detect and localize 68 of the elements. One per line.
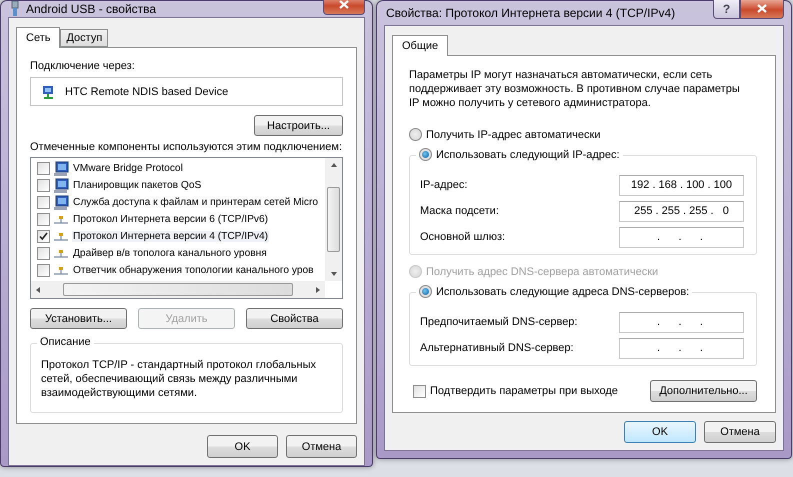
- checkbox[interactable]: [37, 196, 50, 209]
- description-text: Протокол TCP/IP - стандартный протокол глобальных сетей, обеспечивающий связь между различными взаимодействующими сетями.: [41, 358, 317, 400]
- scroll-right-arrow-icon[interactable]: [314, 286, 322, 294]
- action-button[interactable]: Установить...: [30, 308, 127, 329]
- list-item[interactable]: Драйвер в/в тополога канального уровня: [72, 248, 268, 259]
- field-label: IP-адрес:: [420, 179, 468, 191]
- action-button[interactable]: Свойства: [246, 308, 343, 329]
- radio-button[interactable]: [409, 128, 422, 141]
- device-field: HTC Remote NDIS based Device: [30, 77, 343, 106]
- list-item[interactable]: Планировщик пакетов QoS: [72, 180, 202, 191]
- usb-plug-icon: [10, 1, 20, 17]
- ip-address-field[interactable]: . . .: [619, 312, 744, 332]
- list-item[interactable]: VMware Bridge Protocol: [72, 163, 184, 174]
- list-item[interactable]: Ответчик обнаружения топологии канального уров: [72, 265, 315, 276]
- horizontal-scrollbar[interactable]: [31, 281, 325, 298]
- dialog-button[interactable]: OK: [207, 435, 278, 458]
- field-label: Маска подсети:: [420, 205, 499, 217]
- ip-address-field[interactable]: . . .: [619, 338, 744, 358]
- radio-label: Использовать следующий IP-адрес:: [436, 148, 620, 160]
- section-label: Отмеченные компоненты используются этим подключением:: [30, 141, 343, 153]
- computer-icon: [53, 160, 69, 176]
- scroll-left-arrow-icon[interactable]: [34, 286, 42, 294]
- checkbox[interactable]: [37, 162, 50, 175]
- advanced-button[interactable]: Дополнительно...: [650, 380, 757, 402]
- group-title: Описание: [40, 336, 91, 348]
- ip-address-field[interactable]: . . .: [619, 226, 744, 248]
- field-label: Предпочитаемый DNS-сервер:: [420, 316, 578, 328]
- field-label: Альтернативный DNS-сервер:: [420, 342, 574, 354]
- intro-text: Параметры IP могут назначаться автоматически, если сеть поддерживает эту возможность. В противном случае параметры IP можно получить у сетевого администратора.: [409, 68, 741, 110]
- list-item[interactable]: Протокол Интернета версии 4 (TCP/IPv4): [72, 231, 270, 242]
- checkbox[interactable]: [37, 247, 50, 260]
- radio-label: Получить адрес DNS-сервера автоматически: [426, 266, 658, 278]
- dialog-button[interactable]: Отмена: [286, 435, 357, 458]
- ip-address-field[interactable]: 192 . 168 . 100 . 100: [619, 174, 744, 196]
- checkbox-label: Подтвердить параметры при выходе: [430, 385, 618, 397]
- close-button[interactable]: [323, 0, 365, 14]
- radio-button[interactable]: [419, 285, 432, 298]
- help-button[interactable]: ?: [713, 0, 740, 18]
- scroll-up-arrow-icon[interactable]: [330, 161, 338, 169]
- configure-button[interactable]: Настроить...: [254, 115, 343, 136]
- radio-label: Использовать следующие адреса DNS-серверов:: [436, 286, 690, 298]
- tab[interactable]: Сеть: [16, 27, 60, 48]
- checkbox[interactable]: [37, 213, 50, 226]
- checkbox[interactable]: [37, 264, 50, 277]
- tab[interactable]: Общие: [392, 35, 448, 56]
- ip-address-field[interactable]: 255 . 255 . 255 . 0: [619, 200, 744, 222]
- list-item[interactable]: Протокол Интернета версии 6 (TCP/IPv6): [72, 214, 270, 225]
- dialog-button[interactable]: OK: [624, 421, 696, 443]
- checkbox[interactable]: [37, 179, 50, 192]
- field-label: Основной шлюз:: [420, 231, 506, 243]
- close-icon: [757, 4, 767, 13]
- checkbox[interactable]: [37, 230, 50, 243]
- radio-button[interactable]: [419, 148, 432, 161]
- scroll-down-arrow-icon[interactable]: [330, 270, 338, 278]
- computer-icon: [53, 178, 69, 194]
- checkbox[interactable]: [413, 384, 426, 398]
- window-title: Свойства: Протокол Интернета версии 4 (TCP/IPv4): [386, 6, 676, 20]
- computer-icon: [53, 194, 69, 210]
- checkmark-icon: [39, 232, 48, 241]
- radio-label: Получить IP-адрес автоматически: [426, 128, 600, 140]
- vertical-scrollbar[interactable]: [325, 158, 342, 281]
- list-item[interactable]: Служба доступа к файлам и принтерам сетей Micro: [72, 197, 320, 208]
- close-icon: [339, 0, 349, 9]
- tab[interactable]: Доступ: [60, 29, 108, 47]
- dialog-button[interactable]: Отмена: [704, 421, 776, 443]
- close-button[interactable]: [740, 0, 784, 18]
- window-title: Android USB - свойства: [26, 2, 158, 16]
- section-label: Подключение через:: [30, 60, 136, 72]
